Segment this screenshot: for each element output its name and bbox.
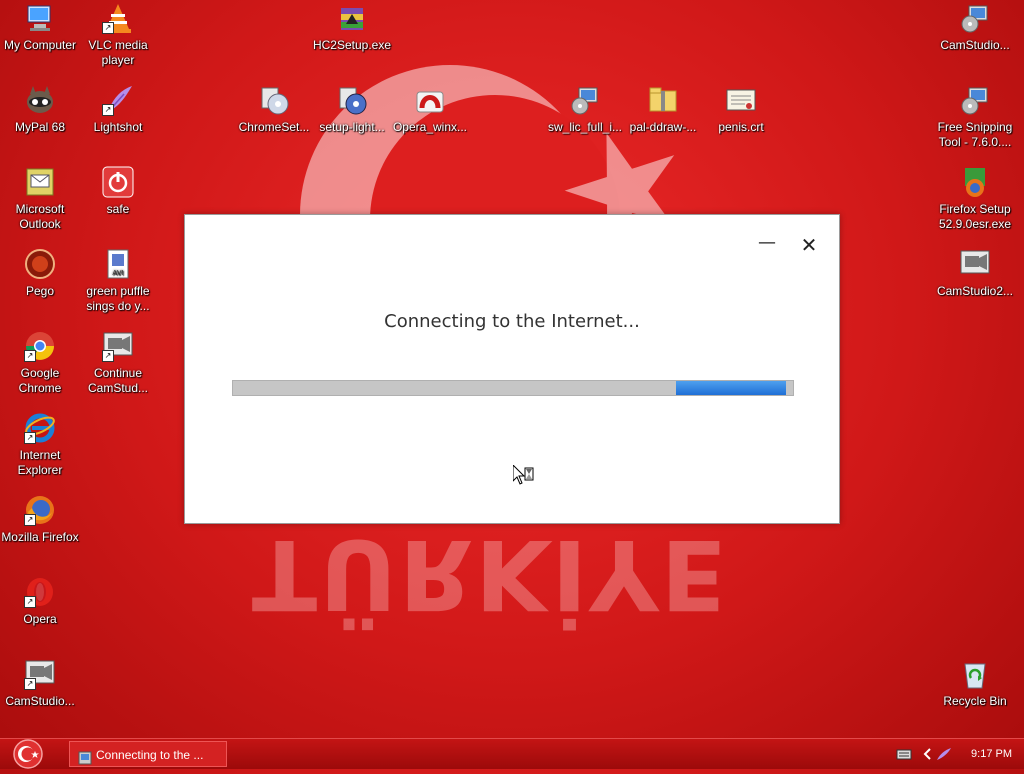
system-tray: 9:17 PM bbox=[894, 739, 1024, 769]
lightshot-feather-icon: ↗ bbox=[102, 84, 134, 116]
desktop-icon-lightshot[interactable]: ↗ Lightshot bbox=[78, 84, 158, 135]
opera-installer-icon bbox=[414, 84, 446, 116]
opera-icon: ↗ bbox=[24, 576, 56, 608]
desktop-icon-safe[interactable]: safe bbox=[78, 166, 158, 217]
installer-disc-icon bbox=[258, 84, 290, 116]
shortcut-arrow-icon: ↗ bbox=[102, 22, 114, 34]
shortcut-arrow-icon: ↗ bbox=[24, 514, 36, 526]
wallpaper-text: TÜRKİYE bbox=[251, 518, 729, 630]
shortcut-arrow-icon: ↗ bbox=[24, 432, 36, 444]
desktop-icon-penis-crt[interactable]: penis.crt bbox=[701, 84, 781, 135]
firefox-setup-icon bbox=[959, 166, 991, 198]
outlook-icon bbox=[24, 166, 56, 198]
shortcut-arrow-icon: ↗ bbox=[102, 104, 114, 116]
shortcut-arrow-icon: ↗ bbox=[24, 350, 36, 362]
desktop-icon-chromesetup[interactable]: ChromeSet... bbox=[234, 84, 314, 135]
desktop-icon-pego[interactable]: Pego bbox=[0, 248, 80, 299]
desktop-icon-hc2setup[interactable]: HC2Setup.exe bbox=[312, 2, 392, 53]
zip-folder-icon bbox=[647, 84, 679, 116]
desktop-icon-camstudio2[interactable]: CamStudio2... bbox=[935, 248, 1015, 299]
desktop-icon-opera[interactable]: ↗ Opera bbox=[0, 576, 80, 627]
desktop-icon-internet-explorer[interactable]: ↗ Internet Explorer bbox=[0, 412, 80, 478]
camstudio-icon: ↗ bbox=[24, 658, 56, 690]
desktop-icon-green-puffle[interactable]: AVI green puffle sings do y... bbox=[78, 248, 158, 314]
lightshot-tray-icon[interactable] bbox=[936, 747, 952, 761]
desktop-icon-free-snipping-tool[interactable]: Free Snipping Tool - 7.6.0.... bbox=[935, 84, 1015, 150]
desktop-icon-my-computer[interactable]: My Computer bbox=[0, 2, 80, 53]
shortcut-arrow-icon: ↗ bbox=[102, 350, 114, 362]
desktop-icon-sw-lic[interactable]: sw_lic_full_i... bbox=[545, 84, 625, 135]
keyboard-icon[interactable] bbox=[896, 747, 912, 761]
my-computer-icon bbox=[24, 2, 56, 34]
winrar-archive-icon bbox=[336, 2, 368, 34]
setup-icon bbox=[78, 748, 92, 765]
desktop-icon-camstudio-shortcut[interactable]: ↗ CamStudio... bbox=[0, 658, 80, 709]
camstudio-icon: ↗ bbox=[102, 330, 134, 362]
desktop-icon-mypal[interactable]: MyPal 68 bbox=[0, 84, 80, 135]
firefox-icon: ↗ bbox=[24, 494, 56, 526]
svg-text:AVI: AVI bbox=[112, 269, 123, 277]
desktop-icon-mozilla-firefox[interactable]: ↗ Mozilla Firefox bbox=[0, 494, 80, 545]
chrome-icon: ↗ bbox=[24, 330, 56, 362]
desktop-icon-setup-lightshot[interactable]: setup-light... bbox=[312, 84, 392, 135]
clock[interactable]: 9:17 PM bbox=[971, 739, 1012, 769]
taskbar-button-connecting[interactable]: Connecting to the ... bbox=[69, 741, 227, 767]
desktop-icon-continue-camstudio[interactable]: ↗ Continue CamStud... bbox=[78, 330, 158, 396]
connecting-dialog: — ✕ Connecting to the Internet... bbox=[184, 214, 840, 524]
installer-disc-icon bbox=[336, 84, 368, 116]
certificate-icon bbox=[725, 84, 757, 116]
desktop-icon-google-chrome[interactable]: ↗ Google Chrome bbox=[0, 330, 80, 396]
recycle-bin-icon bbox=[959, 658, 991, 690]
vlc-icon: ↗ bbox=[102, 2, 134, 34]
desktop-icon-firefox-setup[interactable]: Firefox Setup 52.9.0esr.exe bbox=[935, 166, 1015, 232]
internet-explorer-icon: ↗ bbox=[24, 412, 56, 444]
taskbar: Connecting to the ... 9:17 PM bbox=[0, 738, 1024, 769]
camstudio-setup-icon bbox=[959, 2, 991, 34]
setup-icon bbox=[569, 84, 601, 116]
desktop-icon-pal-ddraw[interactable]: pal-ddraw-... bbox=[623, 84, 703, 135]
desktop-icon-recycle-bin[interactable]: Recycle Bin bbox=[935, 658, 1015, 709]
desktop-icon-opera-installer[interactable]: Opera_winx... bbox=[390, 84, 470, 135]
camstudio-icon bbox=[959, 248, 991, 280]
pego-icon bbox=[24, 248, 56, 280]
minimize-button[interactable]: — bbox=[755, 233, 779, 257]
setup-icon bbox=[959, 84, 991, 116]
taskbar-button-label: Connecting to the ... bbox=[96, 748, 204, 762]
desktop-icon-camstudio-setup[interactable]: CamStudio... bbox=[935, 2, 1015, 53]
close-button[interactable]: ✕ bbox=[797, 233, 821, 257]
power-safe-icon bbox=[102, 166, 134, 198]
show-hidden-icons-chevron-icon[interactable] bbox=[920, 747, 936, 761]
desktop-icon-outlook[interactable]: Microsoft Outlook bbox=[0, 166, 80, 232]
desktop-icon-vlc[interactable]: ↗ VLC media player bbox=[78, 2, 158, 68]
shortcut-arrow-icon: ↗ bbox=[24, 596, 36, 608]
shortcut-arrow-icon: ↗ bbox=[24, 678, 36, 690]
progress-bar bbox=[232, 380, 794, 396]
start-button[interactable] bbox=[8, 739, 48, 769]
connecting-message: Connecting to the Internet... bbox=[384, 311, 640, 332]
progress-marquee-chunk bbox=[676, 381, 786, 395]
busy-cursor-icon bbox=[512, 463, 535, 485]
mypal-icon bbox=[24, 84, 56, 116]
avi-file-icon: AVI bbox=[102, 248, 134, 280]
